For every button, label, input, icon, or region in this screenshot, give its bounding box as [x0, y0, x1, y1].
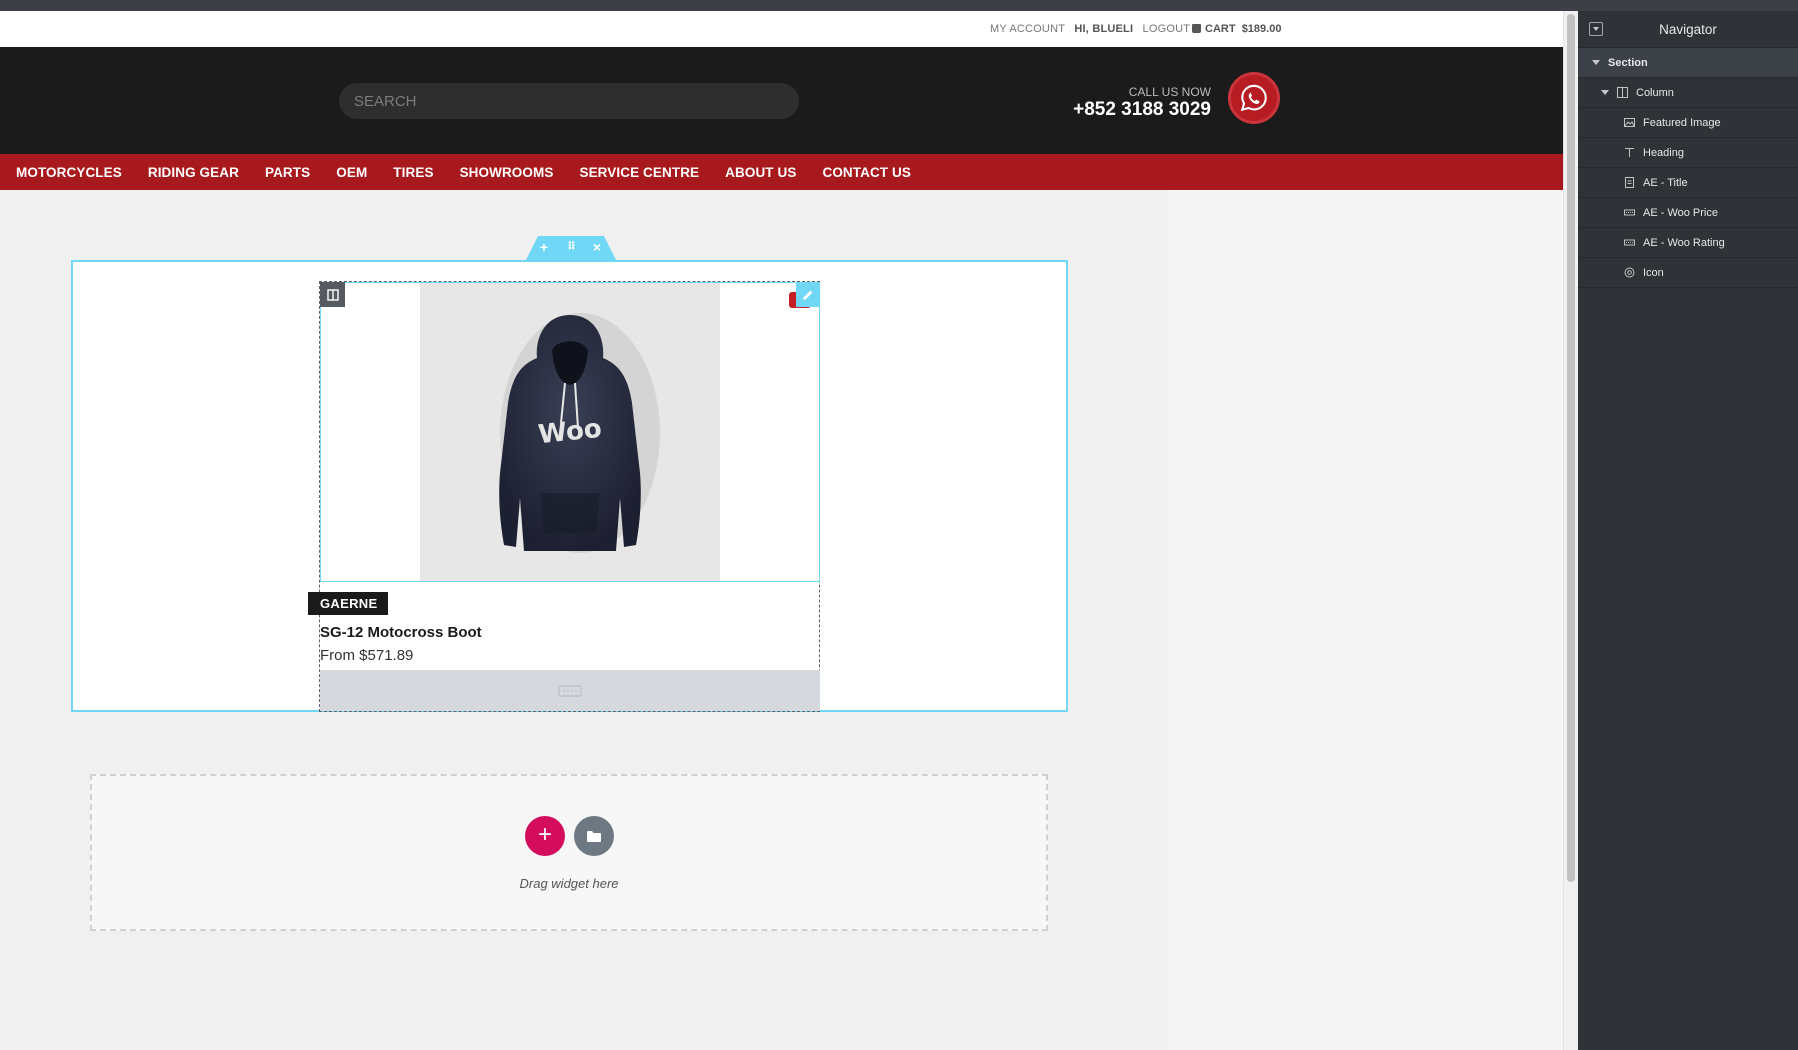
navigator-title: Navigator	[1659, 21, 1717, 37]
drop-zone[interactable]	[90, 774, 1048, 931]
navigator-item-heading[interactable]: Heading	[1578, 138, 1798, 168]
cart-total: $189.00	[1241, 23, 1282, 35]
product-title[interactable]: SG-12 Motocross Boot	[320, 624, 482, 641]
account-bar: MY ACCOUNT HI, BLUELI LOGOUT CART $189.0…	[0, 11, 1563, 47]
cart-link[interactable]: CART $189.00	[1192, 23, 1281, 35]
add-widget-button[interactable]: +	[525, 816, 565, 856]
nav-item-motorcycles[interactable]: MOTORCYCLES	[16, 165, 122, 180]
call-label: CALL US NOW	[1128, 85, 1211, 99]
nav-item-tires[interactable]: TIRES	[393, 165, 433, 180]
navigator-item-column[interactable]: Column	[1578, 78, 1798, 108]
browser-top-strip	[0, 0, 1798, 11]
title-icon	[1624, 177, 1635, 188]
pencil-icon	[803, 290, 813, 300]
search-input[interactable]	[339, 83, 799, 119]
greeting-text: HI, BLUELI	[1074, 23, 1134, 35]
logout-link[interactable]: LOGOUT	[1143, 23, 1191, 35]
price-icon	[1624, 207, 1635, 218]
caret-icon[interactable]	[1601, 90, 1609, 95]
product-image: Woo	[420, 283, 720, 581]
rating-icon	[1624, 237, 1635, 248]
woo-rating-widget[interactable]	[320, 670, 820, 711]
nav-item-contact-us[interactable]: CONTACT US	[822, 165, 911, 180]
navigator-item-label: AE - Woo Price	[1643, 206, 1718, 219]
brand-label: GAERNE	[308, 592, 388, 615]
navigator-item-ae-woo-price[interactable]: AE - Woo Price	[1578, 198, 1798, 228]
navigator-item-label: Featured Image	[1643, 116, 1721, 129]
drop-zone-hint: Drag widget here	[519, 876, 619, 891]
account-links: MY ACCOUNT HI, BLUELI LOGOUT	[990, 23, 1196, 35]
navigator-item-icon[interactable]: Icon	[1578, 258, 1798, 288]
navigator-item-section[interactable]: Section	[1578, 48, 1798, 78]
product-price: From $571.89	[320, 647, 414, 664]
whatsapp-button[interactable]	[1228, 72, 1280, 124]
nav-item-showrooms[interactable]: SHOWROOMS	[460, 165, 554, 180]
my-account-link[interactable]: MY ACCOUNT	[990, 23, 1065, 35]
heading-icon	[1624, 147, 1635, 158]
column-icon	[1617, 87, 1628, 98]
navigator-item-label: Column	[1636, 86, 1674, 99]
navigator-item-label: Icon	[1643, 266, 1664, 279]
add-section-icon[interactable]: +	[536, 240, 552, 254]
nav-item-service-centre[interactable]: SERVICE CENTRE	[579, 165, 699, 180]
main-navigation: MOTORCYCLES RIDING GEAR PARTS OEM TIRES …	[0, 154, 1563, 190]
plus-icon: +	[537, 821, 552, 848]
navigator-item-label: Heading	[1643, 146, 1684, 159]
whatsapp-icon	[1240, 84, 1267, 112]
delete-section-icon[interactable]: ×	[589, 240, 605, 254]
navigator-item-featured-image[interactable]: Featured Image	[1578, 108, 1798, 138]
navigator-item-label: AE - Title	[1643, 176, 1688, 189]
icon-icon	[1624, 267, 1635, 278]
caret-icon[interactable]	[1592, 60, 1600, 65]
image-icon	[1624, 117, 1635, 128]
shopping-bag-icon	[1192, 24, 1201, 33]
navigator-item-ae-woo-rating[interactable]: AE - Woo Rating	[1578, 228, 1798, 258]
canvas-background	[1168, 189, 1563, 1050]
nav-item-parts[interactable]: PARTS	[265, 165, 310, 180]
phone-number[interactable]: +852 3188 3029	[1073, 99, 1211, 121]
add-template-button[interactable]	[574, 816, 614, 856]
column-handle[interactable]	[320, 282, 345, 307]
cart-label: CART	[1205, 23, 1236, 35]
scrollbar-thumb[interactable]	[1567, 14, 1575, 882]
navigator-item-label: AE - Woo Rating	[1643, 236, 1725, 249]
nav-item-about-us[interactable]: ABOUT US	[725, 165, 796, 180]
edit-widget-button[interactable]	[796, 283, 820, 307]
navigator-item-label: Section	[1608, 56, 1648, 69]
navigator-panel: Navigator Section Column Featured Image …	[1578, 11, 1798, 1050]
site-header: CALL US NOW +852 3188 3029	[0, 47, 1563, 154]
nav-item-oem[interactable]: OEM	[336, 165, 367, 180]
navigator-header: Navigator	[1578, 11, 1798, 48]
rating-placeholder-icon	[558, 684, 582, 697]
drag-handle-icon[interactable]: ⠿	[563, 240, 579, 254]
column-icon	[326, 288, 339, 301]
nav-item-riding-gear[interactable]: RIDING GEAR	[148, 165, 239, 180]
navigator-item-ae-title[interactable]: AE - Title	[1578, 168, 1798, 198]
folder-icon	[587, 830, 601, 842]
section-handle: + ⠿ ×	[526, 236, 616, 260]
